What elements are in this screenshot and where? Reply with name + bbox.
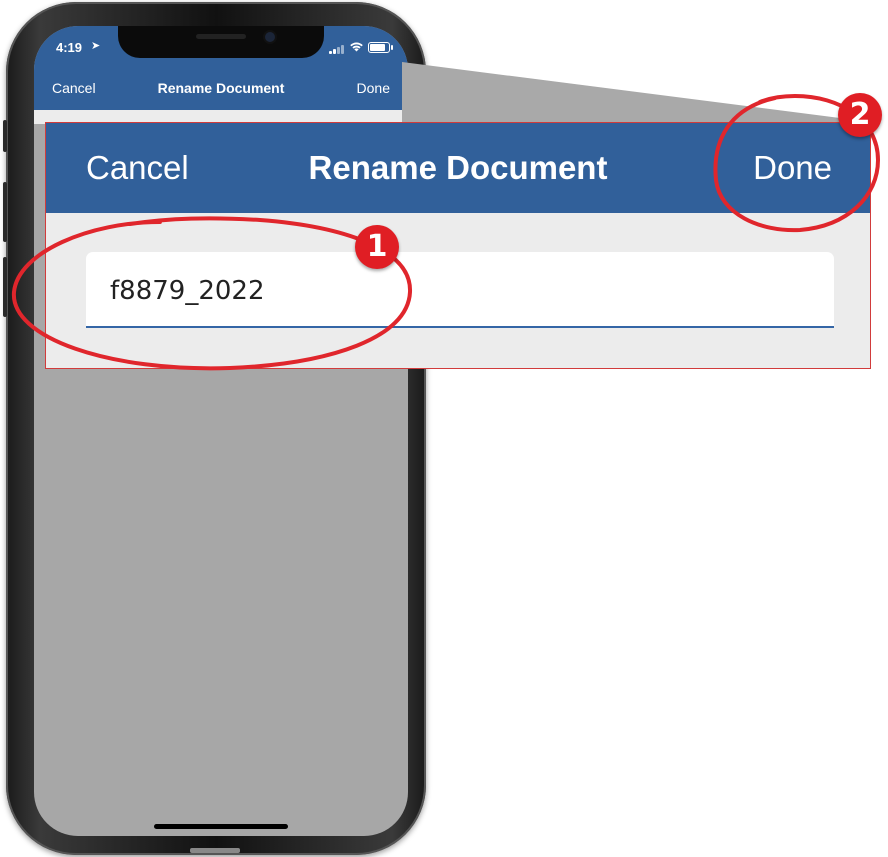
phone-port [190, 848, 240, 853]
step-2-marker: 2 [838, 93, 882, 137]
field-highlight-ring [11, 216, 413, 371]
annotation-layer [11, 93, 881, 371]
step-1-marker: 1 [355, 225, 399, 269]
